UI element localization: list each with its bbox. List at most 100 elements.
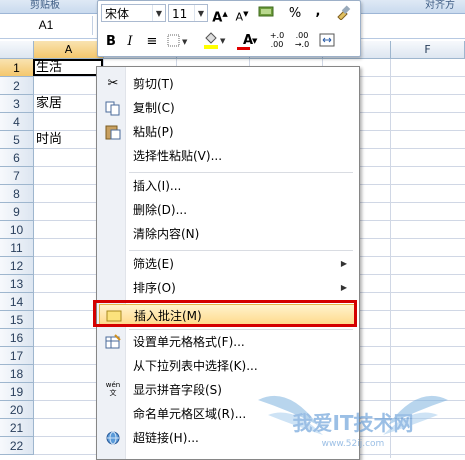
font-color-button[interactable]: A ▼ bbox=[235, 32, 261, 50]
submenu-arrow-icon: ▶ bbox=[340, 259, 347, 268]
grow-font-icon: A bbox=[212, 10, 223, 26]
center-align-button[interactable]: ≡ bbox=[144, 33, 160, 51]
row-header-17[interactable]: 17 bbox=[0, 347, 34, 365]
format-painter-button[interactable] bbox=[334, 4, 352, 26]
menu-item-filter[interactable]: 筛选(E) ▶ bbox=[99, 253, 355, 275]
font-size-value: 11 bbox=[172, 7, 188, 21]
merge-center-button[interactable] bbox=[318, 33, 336, 53]
row-header-19[interactable]: 19 bbox=[0, 383, 34, 401]
merge-cells-icon bbox=[319, 33, 335, 47]
menu-item-insert[interactable]: 插入(I)... bbox=[99, 175, 355, 197]
row-header-21[interactable]: 21 bbox=[0, 419, 34, 437]
menu-item-label: 排序(O) bbox=[133, 281, 176, 295]
menu-separator bbox=[129, 329, 353, 330]
select-all-corner[interactable] bbox=[0, 41, 34, 59]
submenu-arrow-icon: ▶ bbox=[340, 283, 347, 292]
svg-text:▼: ▼ bbox=[182, 38, 188, 46]
menu-item-label: 剪切(T) bbox=[133, 77, 174, 91]
menu-item-sort[interactable]: 排序(O) ▶ bbox=[99, 277, 355, 299]
menu-item-copy[interactable]: 复制(C) bbox=[99, 97, 355, 119]
comma-button[interactable]: , bbox=[312, 3, 324, 21]
cell-a5[interactable]: 时尚 bbox=[36, 131, 62, 149]
menu-item-label: 粘贴(P) bbox=[133, 125, 174, 139]
row-header-16[interactable]: 16 bbox=[0, 329, 34, 347]
menu-item-pick-from-list[interactable]: 从下拉列表中选择(K)... bbox=[99, 355, 355, 377]
row-header-2[interactable]: 2 bbox=[0, 77, 34, 95]
row-header-4[interactable]: 4 bbox=[0, 113, 34, 131]
menu-item-label: 删除(D)... bbox=[133, 203, 188, 217]
borders-icon: ▼ bbox=[167, 34, 188, 47]
menu-item-label: 超链接(H)... bbox=[133, 431, 199, 445]
menu-item-label: 显示拼音字段(S) bbox=[133, 383, 222, 397]
row-header-7[interactable]: 7 bbox=[0, 167, 34, 185]
shrink-font-button[interactable]: A▼ bbox=[234, 5, 250, 27]
menu-separator bbox=[129, 172, 353, 173]
menu-item-label: 复制(C) bbox=[133, 101, 175, 115]
menu-separator bbox=[129, 250, 353, 251]
annotation-highlight-box bbox=[93, 300, 357, 327]
chevron-down-icon: ▼ bbox=[152, 5, 165, 21]
phonetic-icon: wén 文 bbox=[105, 381, 121, 397]
font-name-value: 宋体 bbox=[105, 7, 130, 21]
font-name-select[interactable]: 宋体 ▼ bbox=[101, 4, 166, 22]
scissors-icon: ✂ bbox=[107, 76, 119, 91]
menu-item-paste-special[interactable]: 选择性粘贴(V)... bbox=[99, 145, 355, 167]
column-header-a[interactable]: A bbox=[34, 41, 104, 59]
active-cell-border bbox=[33, 59, 103, 76]
font-size-select[interactable]: 11 ▼ bbox=[168, 4, 208, 22]
accounting-format-button[interactable] bbox=[256, 4, 278, 26]
menu-item-label: 设置单元格格式(F)... bbox=[133, 335, 245, 349]
paste-icon bbox=[105, 124, 121, 140]
borders-button[interactable]: ▼ bbox=[166, 34, 192, 54]
row-header-5[interactable]: 5 bbox=[0, 131, 34, 149]
cell-a3[interactable]: 家居 bbox=[36, 95, 62, 113]
copy-icon bbox=[105, 100, 121, 116]
row-header-3[interactable]: 3 bbox=[0, 95, 34, 113]
menu-item-paste[interactable]: 粘贴(P) bbox=[99, 121, 355, 143]
row-header-11[interactable]: 11 bbox=[0, 239, 34, 257]
menu-item-format-cells[interactable]: 设置单元格格式(F)... bbox=[99, 331, 355, 353]
chevron-down-icon: ▼ bbox=[194, 5, 207, 21]
row-header-8[interactable]: 8 bbox=[0, 185, 34, 203]
watermark-url: www.52ij.com bbox=[322, 439, 385, 449]
chevron-down-icon: ▼ bbox=[252, 37, 258, 45]
menu-item-label: 清除内容(N) bbox=[133, 227, 200, 241]
row-header-13[interactable]: 13 bbox=[0, 275, 34, 293]
italic-button[interactable]: I bbox=[124, 33, 136, 51]
row-header-12[interactable]: 12 bbox=[0, 257, 34, 275]
decrease-decimal-button[interactable]: .00 →.0 bbox=[291, 31, 313, 49]
row-header-6[interactable]: 6 bbox=[0, 149, 34, 167]
increase-decimal-button[interactable]: +.0 .00 bbox=[266, 31, 288, 49]
row-header-9[interactable]: 9 bbox=[0, 203, 34, 221]
currency-icon bbox=[258, 6, 274, 17]
row-header-10[interactable]: 10 bbox=[0, 221, 34, 239]
ribbon-group-clipboard: 剪贴板 bbox=[30, 0, 60, 11]
ribbon-group-alignment: 对齐方 bbox=[425, 0, 455, 11]
row-header-18[interactable]: 18 bbox=[0, 365, 34, 383]
watermark-title: 我爱IT技术网 bbox=[292, 411, 413, 435]
grow-font-button[interactable]: A▲ bbox=[212, 5, 228, 27]
bold-button[interactable]: B bbox=[104, 33, 118, 51]
row-header-20[interactable]: 20 bbox=[0, 401, 34, 419]
row-header-1[interactable]: 1 bbox=[0, 59, 34, 77]
row-header-22[interactable]: 22 bbox=[0, 437, 34, 455]
name-box[interactable]: A1 bbox=[0, 16, 93, 35]
format-cells-icon bbox=[105, 334, 121, 350]
menu-item-delete[interactable]: 删除(D)... bbox=[99, 199, 355, 221]
menu-item-clear-contents[interactable]: 清除内容(N) bbox=[99, 223, 355, 245]
row-header-15[interactable]: 15 bbox=[0, 311, 34, 329]
column-header-f[interactable]: F bbox=[391, 41, 465, 59]
fill-bucket-icon: ▼ bbox=[204, 32, 226, 49]
menu-item-label: 选择性粘贴(V)... bbox=[133, 149, 223, 163]
svg-text:▼: ▼ bbox=[220, 37, 226, 45]
font-color-swatch bbox=[237, 47, 250, 50]
shrink-font-icon: A bbox=[235, 10, 244, 24]
fill-color-button[interactable]: ▼ bbox=[201, 32, 229, 56]
menu-item-label: 插入(I)... bbox=[133, 179, 182, 193]
mini-toolbar: 宋体 ▼ 11 ▼ A▲ A▼ % , B I ≡ ▼ ▼ A ▼ +.0 .0… bbox=[97, 0, 361, 57]
menu-item-cut[interactable]: ✂ 剪切(T) bbox=[99, 73, 355, 95]
brush-icon bbox=[337, 5, 351, 21]
percent-button[interactable]: % bbox=[288, 5, 302, 23]
watermark-wings-logo: 我爱IT技术网 www.52ij.com bbox=[258, 395, 448, 449]
row-header-14[interactable]: 14 bbox=[0, 293, 34, 311]
